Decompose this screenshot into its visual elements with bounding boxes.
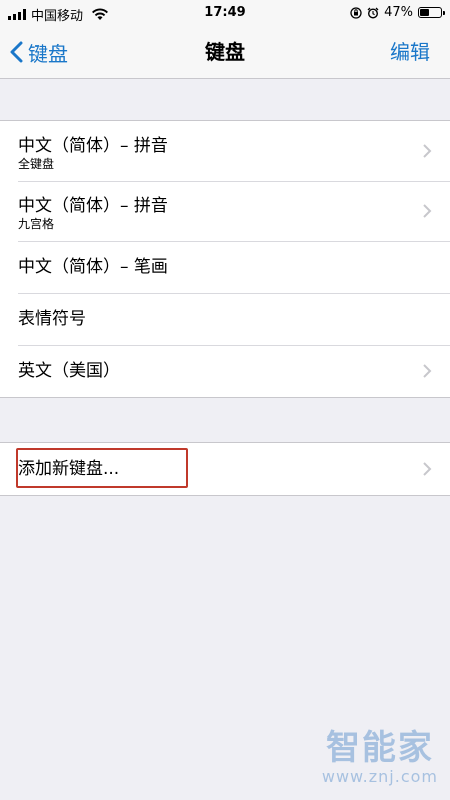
watermark-url: www.znj.com xyxy=(321,767,438,786)
add-keyboard-label: 添加新键盘... xyxy=(18,459,120,479)
keyboard-item-emoji[interactable]: 表情符号 xyxy=(0,293,450,345)
battery-icon xyxy=(418,7,445,18)
keyboard-item-stroke[interactable]: 中文（简体）– 笔画 xyxy=(0,241,450,293)
alarm-icon xyxy=(367,7,379,19)
keyboard-item-title: 中文（简体）– 拼音 xyxy=(18,136,168,156)
keyboard-item-subtitle: 九宫格 xyxy=(18,217,55,231)
chevron-right-icon xyxy=(423,204,432,218)
edit-button[interactable]: 编辑 xyxy=(390,26,430,78)
keyboard-item-title: 中文（简体）– 拼音 xyxy=(18,196,168,216)
page-title: 键盘 xyxy=(205,40,245,64)
keyboard-item-pinyin-9key[interactable]: 中文（简体）– 拼音 九宫格 xyxy=(0,181,450,241)
add-keyboard-button[interactable]: 添加新键盘... xyxy=(0,443,450,495)
add-keyboard-group: 添加新键盘... xyxy=(0,442,450,496)
keyboard-item-title: 表情符号 xyxy=(18,309,86,329)
keyboard-list: 中文（简体）– 拼音 全键盘 中文（简体）– 拼音 九宫格 中文（简体）– 笔画… xyxy=(0,120,450,398)
battery-percent: 47% xyxy=(384,5,413,20)
keyboard-item-title: 英文（美国） xyxy=(18,361,120,381)
chevron-right-icon xyxy=(423,462,432,476)
watermark-logo: 智能家 www.znj.com xyxy=(322,729,438,786)
watermark-logo-text: 智能家 xyxy=(325,728,434,768)
status-bar: 中国移动 17:49 47% xyxy=(0,0,450,26)
chevron-right-icon xyxy=(423,364,432,378)
keyboard-item-english-us[interactable]: 英文（美国） xyxy=(0,345,450,397)
keyboard-item-subtitle: 全键盘 xyxy=(18,157,55,171)
keyboard-item-pinyin-qwerty[interactable]: 中文（简体）– 拼音 全键盘 xyxy=(0,121,450,181)
navigation-bar: 键盘 键盘 编辑 xyxy=(0,26,450,79)
keyboard-item-title: 中文（简体）– 笔画 xyxy=(18,257,168,277)
chevron-right-icon xyxy=(423,144,432,158)
orientation-lock-icon xyxy=(350,6,362,19)
